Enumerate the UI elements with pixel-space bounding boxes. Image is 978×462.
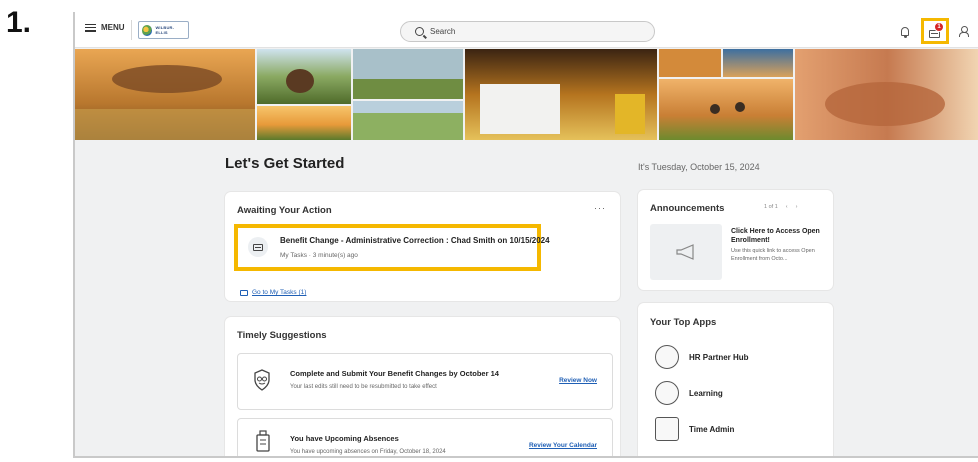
suggestion-title: You have Upcoming Absences xyxy=(290,434,399,443)
step-number: 1. xyxy=(6,6,32,39)
announcement-title[interactable]: Click Here to Access Open Enrollment! xyxy=(731,227,826,245)
logo-mark-icon xyxy=(142,24,153,36)
card-title: Timely Suggestions xyxy=(237,330,327,341)
search-icon xyxy=(415,27,424,36)
announcement-image[interactable] xyxy=(650,224,722,280)
hr-partner-hub-icon xyxy=(655,345,679,369)
announcement-body: Use this quick link to access Open Enrol… xyxy=(731,248,815,262)
go-to-my-tasks-link[interactable]: Go to My Tasks (1) xyxy=(240,289,306,296)
review-now-link[interactable]: Review Now xyxy=(559,377,597,384)
luggage-icon xyxy=(256,430,270,452)
divider xyxy=(131,20,132,40)
suggestion-subtitle: You have upcoming absences on Friday, Oc… xyxy=(290,449,446,455)
megaphone-icon xyxy=(676,244,694,260)
next-arrow-icon[interactable]: › xyxy=(796,204,798,210)
awaiting-action-card: Awaiting Your Action ··· Benefit Change … xyxy=(225,192,620,301)
card-title: Your Top Apps xyxy=(650,317,717,328)
date-text: It's Tuesday, October 15, 2024 xyxy=(638,162,760,172)
app-hr-partner-hub[interactable]: HR Partner Hub xyxy=(655,345,749,369)
learning-icon xyxy=(655,381,679,405)
suggestion-subtitle: Your last edits still need to be resubmi… xyxy=(290,384,437,390)
announcement-pager: 1 of 1 ‹ › xyxy=(764,204,797,210)
task-item-benefit-change[interactable]: Benefit Change - Administrative Correcti… xyxy=(234,224,550,271)
banner-image xyxy=(75,49,978,140)
app-label: Learning xyxy=(689,388,723,398)
search-input[interactable]: Search xyxy=(400,21,655,42)
page-title: Let's Get Started xyxy=(225,155,345,172)
notification-badge: 1 xyxy=(934,22,944,32)
bell-icon[interactable] xyxy=(901,27,909,38)
task-title: Benefit Change - Administrative Correcti… xyxy=(280,236,550,245)
banner-collage xyxy=(75,49,978,140)
suggestion-item: You have Upcoming Absences You have upco… xyxy=(237,418,613,456)
task-icon xyxy=(248,237,268,257)
timely-suggestions-card: Timely Suggestions Complete and Submit Y… xyxy=(225,317,620,456)
company-logo[interactable]: WILBUR-ELLIS xyxy=(138,21,189,39)
more-options-icon[interactable]: ··· xyxy=(594,203,606,213)
prev-arrow-icon[interactable]: ‹ xyxy=(786,204,788,210)
inbox-icon xyxy=(240,289,248,296)
inbox-icon xyxy=(253,243,263,251)
workday-home-screen: MENU WILBUR-ELLIS Search 1 Let's Get Sta… xyxy=(73,12,978,458)
shield-icon xyxy=(254,369,270,391)
app-label: HR Partner Hub xyxy=(689,352,749,362)
pager-count: 1 of 1 xyxy=(764,204,778,210)
search-placeholder: Search xyxy=(430,27,456,36)
time-admin-icon xyxy=(655,417,679,441)
suggestion-item: Complete and Submit Your Benefit Changes… xyxy=(237,353,613,410)
logo-text: WILBUR-ELLIS xyxy=(155,25,175,35)
suggestion-title: Complete and Submit Your Benefit Changes… xyxy=(290,369,499,378)
top-apps-card: Your Top Apps HR Partner Hub Learning Ti… xyxy=(638,303,833,456)
inbox-button[interactable]: 1 xyxy=(921,18,949,44)
task-subtitle: My Tasks · 3 minute(s) ago xyxy=(280,252,358,259)
user-icon[interactable] xyxy=(959,26,969,37)
app-learning[interactable]: Learning xyxy=(655,381,723,405)
announcements-card: Announcements 1 of 1 ‹ › Click Here to A… xyxy=(638,190,833,290)
menu-label: MENU xyxy=(101,23,125,32)
menu-button[interactable]: MENU xyxy=(85,23,125,32)
card-title: Awaiting Your Action xyxy=(237,205,332,216)
hamburger-icon xyxy=(85,23,96,32)
app-label: Time Admin xyxy=(689,424,735,434)
go-to-my-tasks-label: Go to My Tasks (1) xyxy=(252,289,307,296)
top-bar: MENU WILBUR-ELLIS Search 1 xyxy=(75,12,978,48)
review-your-calendar-link[interactable]: Review Your Calendar xyxy=(529,442,597,449)
app-time-admin[interactable]: Time Admin xyxy=(655,417,734,441)
card-title: Announcements xyxy=(650,203,725,214)
